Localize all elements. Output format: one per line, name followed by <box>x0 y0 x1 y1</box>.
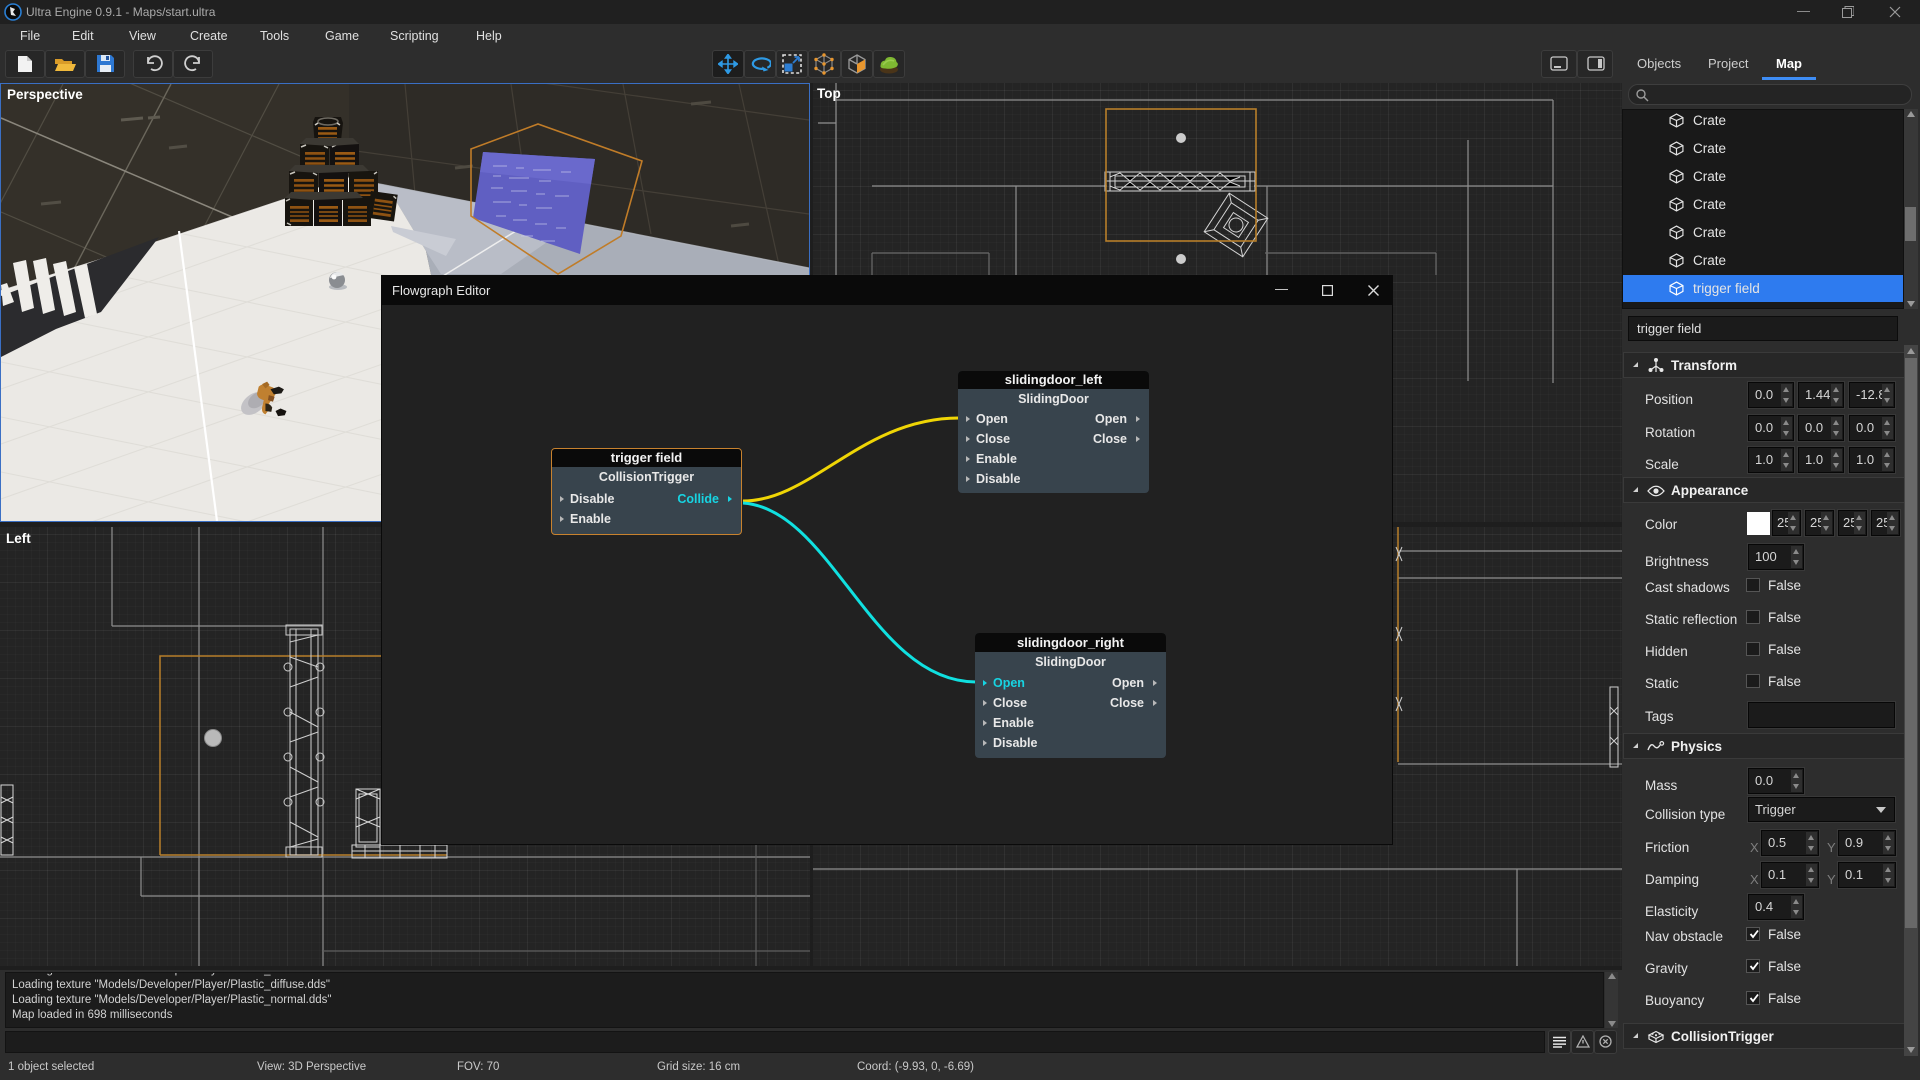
svg-text:Top: Top <box>817 86 841 101</box>
svg-text:Left: Left <box>6 531 31 546</box>
svg-text:Perspective: Perspective <box>7 87 83 102</box>
